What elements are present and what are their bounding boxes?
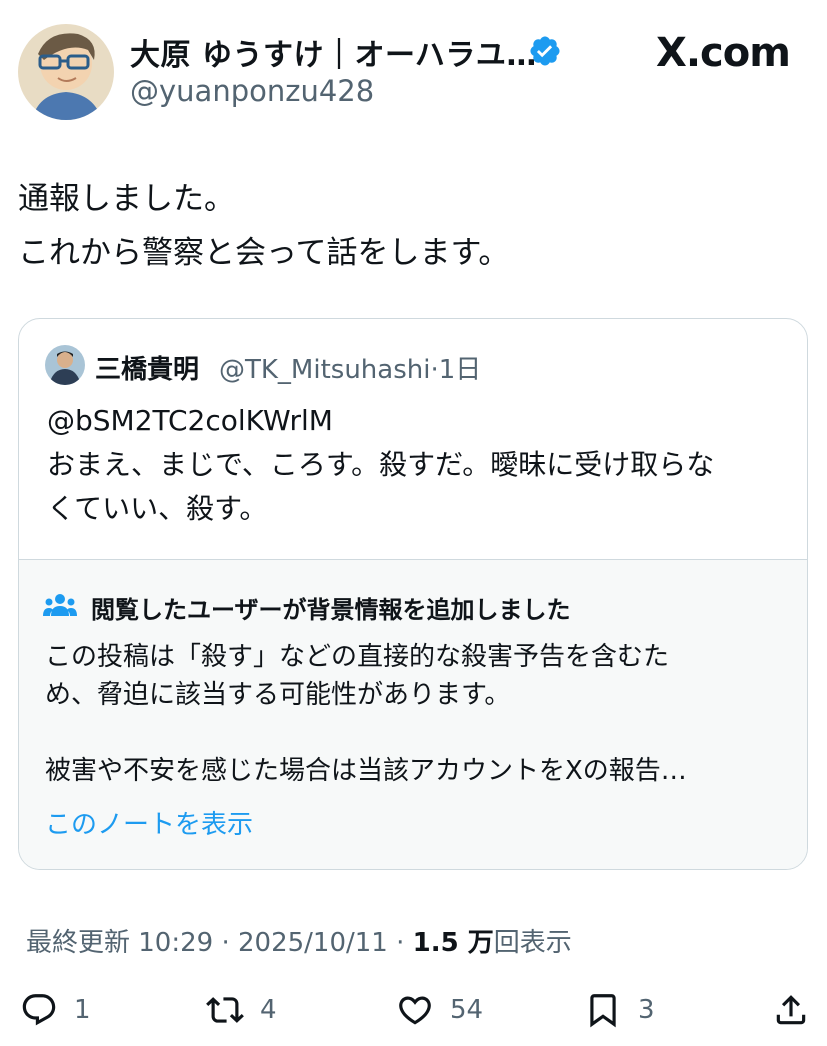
note-line: め、脅迫に該当する可能性があります。	[45, 680, 511, 710]
post-line: これから警察と会って話をします。	[18, 235, 510, 271]
reply-button[interactable]: 1	[20, 990, 91, 1030]
bookmark-button[interactable]: 3	[584, 990, 655, 1030]
bookmark-count: 3	[638, 995, 655, 1025]
post-timestamp[interactable]: 最終更新 10:29 · 2025/10/11 ·	[26, 928, 413, 958]
show-note-link[interactable]: このノートを表示	[45, 804, 253, 841]
view-label: 回表示	[493, 928, 572, 958]
note-line: この投稿は「殺す」などの直接的な殺害予告を含むた	[45, 642, 670, 672]
quote-handle-time[interactable]: @TK_Mitsuhashi·1日	[219, 349, 481, 386]
like-button[interactable]: 54	[396, 990, 483, 1030]
quote-line: @bSM2TC2colKWrlM	[47, 404, 333, 437]
quoted-post[interactable]: 三橋貴明 @TK_Mitsuhashi·1日 @bSM2TC2colKWrlM …	[18, 318, 808, 870]
user-handle[interactable]: @yuanponzu428	[130, 74, 374, 108]
quote-author-name[interactable]: 三橋貴明	[95, 349, 199, 386]
share-button[interactable]	[772, 990, 810, 1030]
note-header: 閲覧したユーザーが背景情報を追加しました	[91, 596, 571, 624]
brand-text: X.com	[656, 30, 791, 76]
verified-badge-icon	[528, 34, 562, 68]
brand-logo[interactable]: X.com	[656, 30, 791, 76]
quote-text: @bSM2TC2colKWrlM おまえ、まじで、ころす。殺すだ。曖昧に受け取ら…	[47, 399, 714, 531]
bookmark-icon	[590, 994, 616, 1028]
heart-icon	[399, 996, 431, 1025]
note-body: この投稿は「殺す」などの直接的な殺害予告を含むた め、脅迫に該当する可能性があり…	[45, 638, 790, 790]
like-count: 54	[450, 995, 484, 1025]
reply-icon	[22, 994, 56, 1026]
view-count: 1.5 万	[412, 928, 494, 958]
note-line: 被害や不安を感じた場合は当該アカウントをXの報告…	[45, 756, 687, 786]
share-icon	[776, 995, 806, 1025]
quote-line: おまえ、まじで、ころす。殺すだ。曖昧に受け取らな	[47, 448, 715, 481]
repost-icon	[206, 997, 244, 1023]
avatar[interactable]	[18, 24, 114, 120]
post-text: 通報しました。 これから警察と会って話をします。	[18, 172, 509, 280]
quote-line: くていい、殺す。	[47, 492, 268, 525]
display-name[interactable]: 大原 ゆうすけ｜オーハラユ…	[130, 30, 537, 74]
repost-button[interactable]: 4	[206, 990, 277, 1030]
community-note[interactable]: 閲覧したユーザーが背景情報を追加しました この投稿は「殺す」などの直接的な殺害予…	[19, 559, 807, 869]
repost-count: 4	[260, 995, 277, 1025]
post-line: 通報しました。	[18, 181, 235, 217]
post-meta: 最終更新 10:29 · 2025/10/11 · 1.5 万回表示	[26, 922, 572, 959]
quote-avatar[interactable]	[45, 345, 85, 385]
reply-count: 1	[74, 995, 91, 1025]
note-line	[45, 714, 790, 752]
users-icon	[43, 592, 77, 618]
